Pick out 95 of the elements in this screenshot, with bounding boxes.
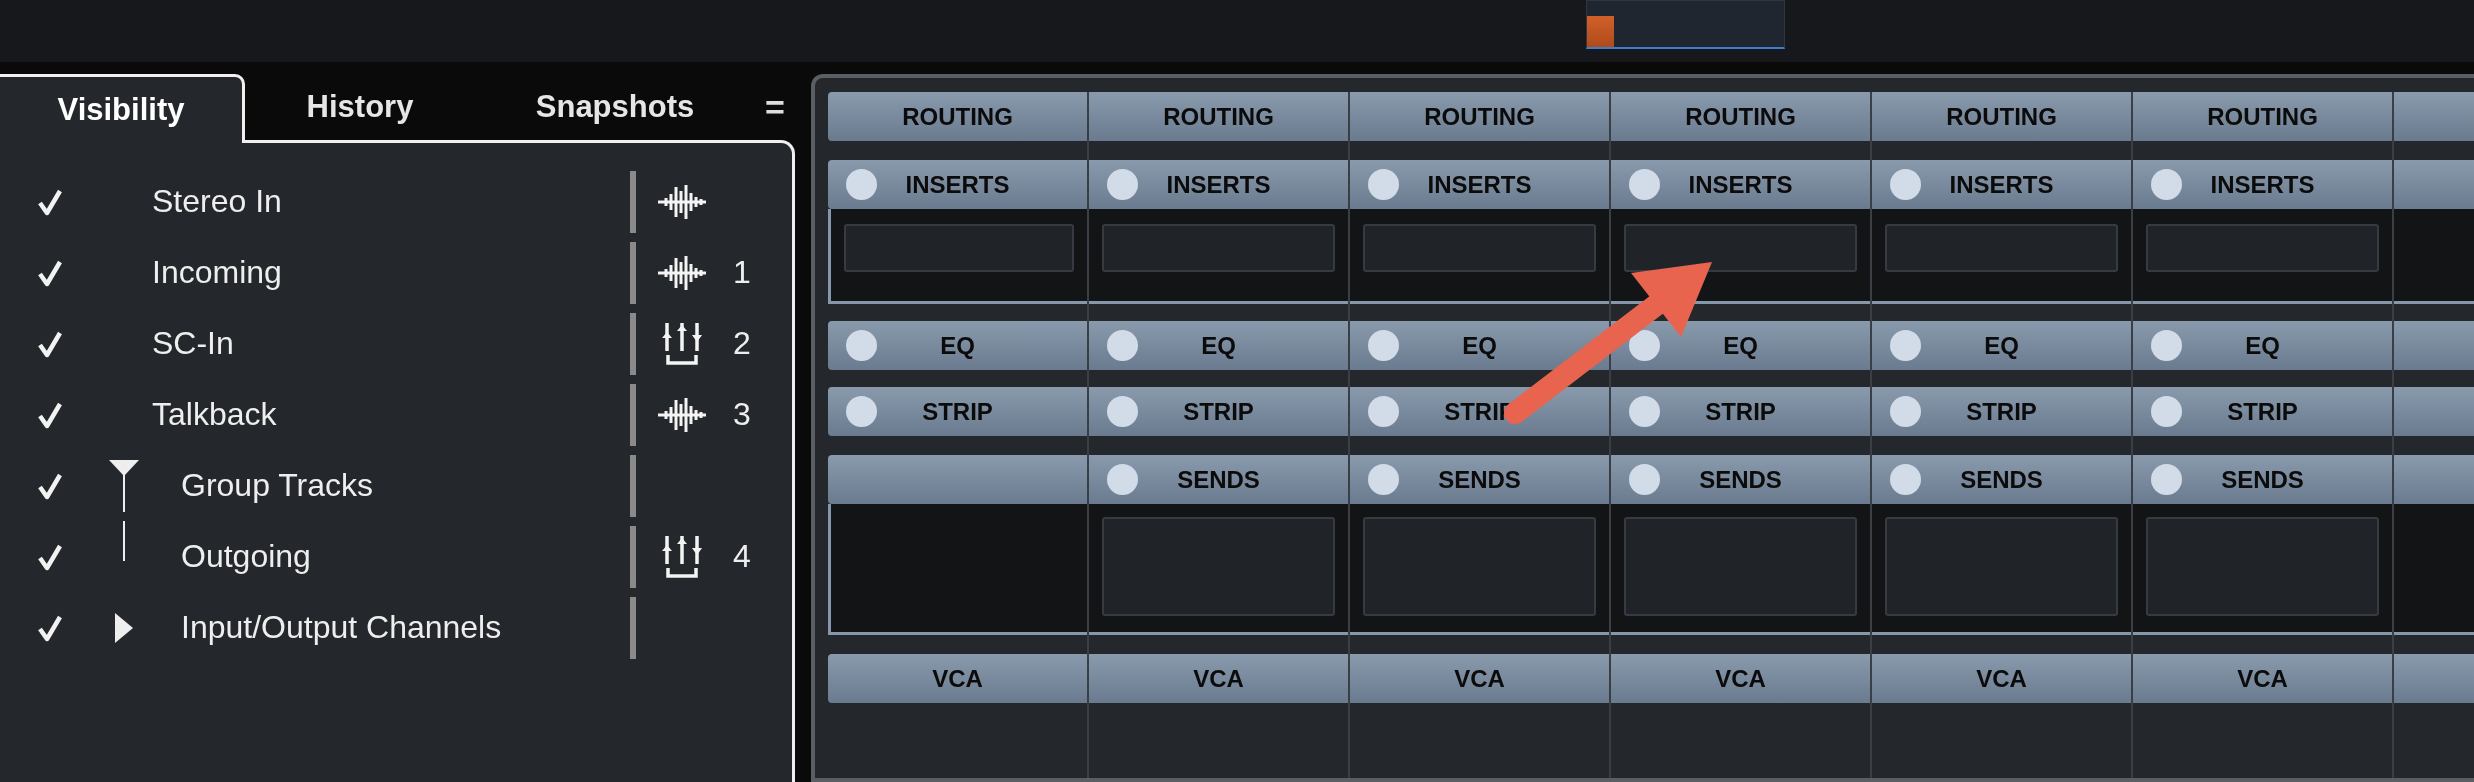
section-label[interactable]: INSERTS bbox=[2210, 170, 2315, 199]
section-label[interactable]: INSERTS bbox=[1949, 170, 2054, 199]
toggle-button[interactable] bbox=[846, 396, 877, 427]
check-icon[interactable] bbox=[38, 187, 62, 216]
divider-handle bbox=[630, 312, 636, 375]
track-name[interactable]: Incoming bbox=[152, 254, 630, 291]
section-label[interactable]: STRIP bbox=[922, 397, 993, 426]
toggle-button[interactable] bbox=[1368, 169, 1399, 200]
toggle-button[interactable] bbox=[1629, 396, 1660, 427]
section-label[interactable]: EQ bbox=[2245, 331, 2280, 360]
section-label[interactable]: SENDS bbox=[2221, 465, 2304, 494]
divider-handle bbox=[630, 170, 636, 233]
toggle-button[interactable] bbox=[1890, 464, 1921, 495]
fader-icon bbox=[659, 533, 705, 580]
toggle-button[interactable] bbox=[1368, 396, 1399, 427]
section-label[interactable]: SENDS bbox=[1438, 465, 1521, 494]
section-label[interactable]: STRIP bbox=[1705, 397, 1776, 426]
section-label[interactable]: ROUTING bbox=[902, 102, 1013, 131]
toggle-button[interactable] bbox=[1368, 464, 1399, 495]
section-label[interactable]: VCA bbox=[1193, 664, 1244, 693]
section-label[interactable]: ROUTING bbox=[1685, 102, 1796, 131]
section-label[interactable]: SENDS bbox=[1699, 465, 1782, 494]
divider-handle bbox=[630, 241, 636, 304]
track-number: 3 bbox=[733, 396, 751, 432]
section-label[interactable]: SENDS bbox=[1960, 465, 2043, 494]
expand-icon[interactable] bbox=[108, 459, 139, 512]
section-label[interactable]: INSERTS bbox=[1427, 170, 1532, 199]
section-label[interactable]: STRIP bbox=[2227, 397, 2298, 426]
track-name[interactable]: Outgoing bbox=[181, 538, 630, 575]
toggle-button[interactable] bbox=[2151, 169, 2182, 200]
track-name[interactable]: Talkback bbox=[152, 396, 630, 433]
toggle-button[interactable] bbox=[1107, 396, 1138, 427]
section-label[interactable]: SENDS bbox=[1177, 465, 1260, 494]
check-icon[interactable] bbox=[38, 613, 62, 642]
toggle-button[interactable] bbox=[846, 169, 877, 200]
divider-handle bbox=[630, 454, 636, 517]
toggle-button[interactable] bbox=[2151, 464, 2182, 495]
check-icon[interactable] bbox=[38, 329, 62, 358]
section-label[interactable]: INSERTS bbox=[905, 170, 1010, 199]
section-label[interactable]: STRIP bbox=[1183, 397, 1254, 426]
section-label[interactable]: ROUTING bbox=[2207, 102, 2318, 131]
waveform-icon bbox=[657, 182, 707, 221]
check-icon[interactable] bbox=[38, 542, 62, 571]
section-label[interactable]: INSERTS bbox=[1688, 170, 1793, 199]
toggle-button[interactable] bbox=[1629, 169, 1660, 200]
section-label[interactable]: EQ bbox=[1984, 331, 2019, 360]
track-name[interactable]: Group Tracks bbox=[181, 467, 630, 504]
section-label[interactable]: VCA bbox=[932, 664, 983, 693]
track-name[interactable]: SC-In bbox=[152, 325, 630, 362]
menu-button[interactable]: = bbox=[755, 74, 795, 140]
section-label[interactable]: ROUTING bbox=[1163, 102, 1274, 131]
track-number: 4 bbox=[733, 538, 751, 574]
tree-line bbox=[122, 521, 125, 561]
toggle-button[interactable] bbox=[1890, 169, 1921, 200]
section-label[interactable]: VCA bbox=[1715, 664, 1766, 693]
check-icon[interactable] bbox=[38, 258, 62, 287]
toggle-button[interactable] bbox=[1890, 396, 1921, 427]
section-label[interactable]: VCA bbox=[1454, 664, 1505, 693]
waveform-icon bbox=[657, 253, 707, 292]
section-label[interactable]: EQ bbox=[1462, 331, 1497, 360]
toggle-button[interactable] bbox=[1107, 464, 1138, 495]
section-label[interactable]: EQ bbox=[1723, 331, 1758, 360]
toggle-button[interactable] bbox=[1107, 169, 1138, 200]
tab[interactable]: History bbox=[245, 74, 475, 140]
section-label[interactable]: VCA bbox=[1976, 664, 2027, 693]
track-number: 1 bbox=[733, 254, 751, 290]
fader-icon bbox=[659, 320, 705, 367]
section-label[interactable]: INSERTS bbox=[1166, 170, 1271, 199]
toggle-button[interactable] bbox=[1107, 330, 1138, 361]
section-label[interactable]: STRIP bbox=[1966, 397, 2037, 426]
check-icon[interactable] bbox=[38, 471, 62, 500]
divider-handle bbox=[630, 383, 636, 446]
section-label[interactable]: ROUTING bbox=[1946, 102, 2057, 131]
toggle-button[interactable] bbox=[1629, 464, 1660, 495]
toggle-button[interactable] bbox=[1629, 330, 1660, 361]
collapse-icon[interactable] bbox=[114, 612, 133, 643]
toggle-button[interactable] bbox=[2151, 396, 2182, 427]
divider-handle bbox=[630, 525, 636, 588]
track-name[interactable]: Stereo In bbox=[152, 183, 630, 220]
toggle-button[interactable] bbox=[2151, 330, 2182, 361]
track-name[interactable]: Input/Output Channels bbox=[181, 609, 630, 646]
section-label[interactable]: VCA bbox=[2237, 664, 2288, 693]
toggle-button[interactable] bbox=[1368, 330, 1399, 361]
insert-slot[interactable] bbox=[1624, 224, 1857, 272]
section-label[interactable]: ROUTING bbox=[1424, 102, 1535, 131]
waveform-icon bbox=[657, 395, 707, 434]
toggle-button[interactable] bbox=[1890, 330, 1921, 361]
divider-handle bbox=[630, 596, 636, 659]
section-label[interactable]: EQ bbox=[1201, 331, 1236, 360]
tab[interactable]: Visibility bbox=[0, 74, 245, 143]
section-label[interactable]: EQ bbox=[940, 331, 975, 360]
check-icon[interactable] bbox=[38, 400, 62, 429]
tab[interactable]: Snapshots bbox=[475, 74, 755, 140]
track-number: 2 bbox=[733, 325, 751, 361]
toggle-button[interactable] bbox=[846, 330, 877, 361]
